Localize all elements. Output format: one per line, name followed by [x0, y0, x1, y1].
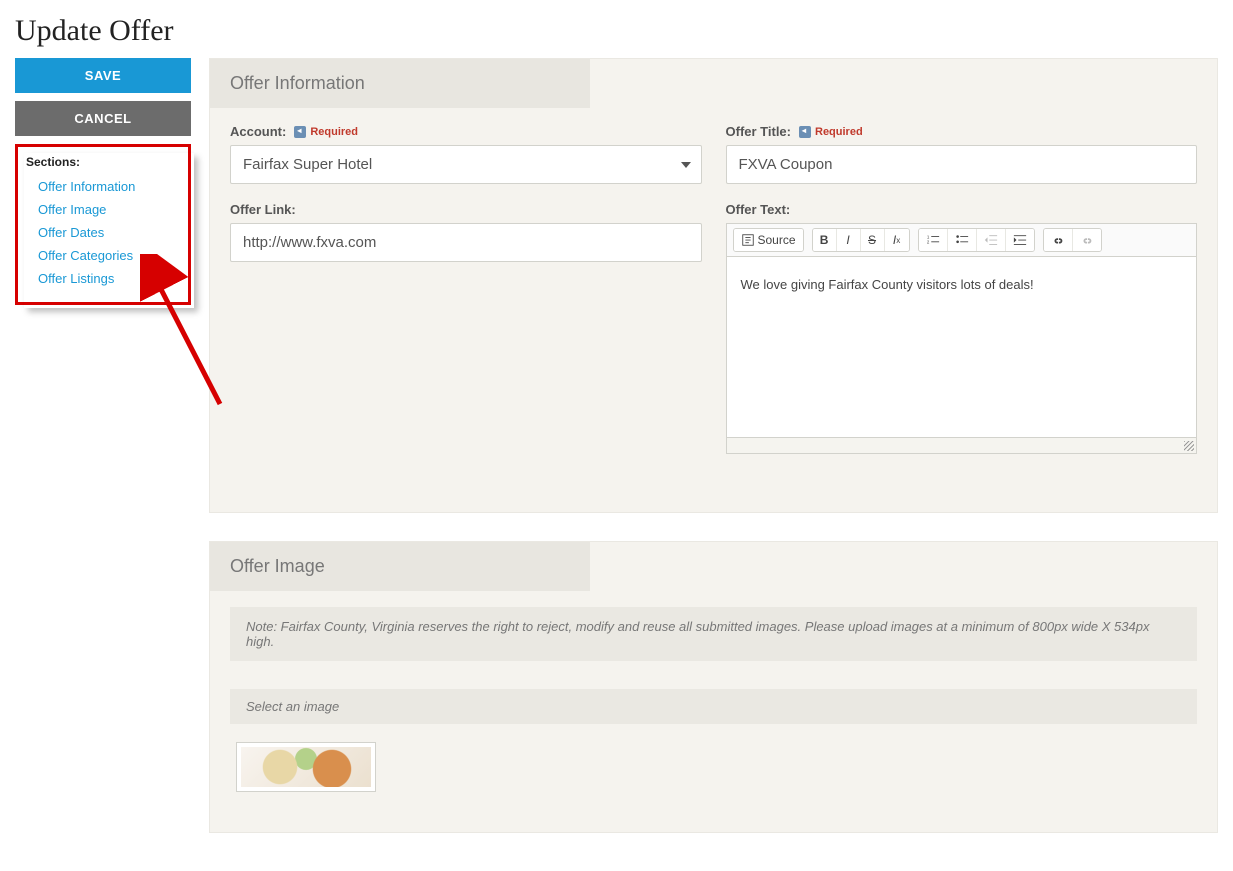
toolbar-link-button[interactable]: [1044, 229, 1073, 251]
toolbar-clearformat-button[interactable]: Ix: [885, 229, 909, 251]
outdent-icon: [984, 233, 998, 247]
section-link-offer-dates[interactable]: Offer Dates: [26, 221, 180, 244]
page-title: Update Offer: [15, 14, 1218, 48]
required-icon: [799, 126, 811, 138]
section-link-offer-categories[interactable]: Offer Categories: [26, 244, 180, 267]
numbered-list-icon: 12: [926, 233, 940, 247]
toolbar-ul-button[interactable]: [948, 229, 977, 251]
link-icon: [1051, 233, 1065, 247]
cancel-button[interactable]: CANCEL: [15, 101, 191, 136]
bullet-list-icon: [955, 233, 969, 247]
toolbar-indent-button[interactable]: [1006, 229, 1034, 251]
required-icon: [294, 126, 306, 138]
main-content: Offer Information Account: Required Fair…: [209, 58, 1218, 861]
sections-heading: Sections:: [26, 155, 180, 169]
toolbar-ol-button[interactable]: 12: [919, 229, 948, 251]
offer-text-label: Offer Text:: [726, 202, 1198, 217]
svg-text:1: 1: [926, 234, 929, 239]
layout-container: SAVE CANCEL Sections: Offer Information …: [15, 58, 1218, 861]
sections-panel: Sections: Offer Information Offer Image …: [15, 144, 191, 305]
offer-title-label: Offer Title: Required: [726, 124, 1198, 139]
section-link-offer-image[interactable]: Offer Image: [26, 198, 180, 221]
editor-toolbar: Source B I S Ix: [727, 224, 1197, 257]
editor-textarea[interactable]: We love giving Fairfax County visitors l…: [727, 257, 1197, 437]
image-note: Note: Fairfax County, Virginia reserves …: [230, 607, 1197, 661]
thumbnail-preview-icon: [241, 747, 371, 787]
panel-offer-information: Offer Information Account: Required Fair…: [209, 58, 1218, 513]
section-link-offer-information[interactable]: Offer Information: [26, 175, 180, 198]
required-text: Required: [310, 126, 358, 138]
account-select[interactable]: Fairfax Super Hotel: [230, 145, 702, 184]
save-button[interactable]: SAVE: [15, 58, 191, 93]
toolbar-outdent-button[interactable]: [977, 229, 1006, 251]
indent-icon: [1013, 233, 1027, 247]
rich-text-editor: Source B I S Ix: [726, 223, 1198, 454]
offer-title-label-text: Offer Title:: [726, 124, 792, 139]
editor-resize-handle[interactable]: [727, 437, 1197, 453]
required-text: Required: [815, 126, 863, 138]
offer-link-input[interactable]: [230, 223, 702, 262]
source-icon: [741, 233, 755, 247]
panel-heading-offer-information: Offer Information: [210, 59, 590, 108]
svg-text:2: 2: [926, 240, 929, 245]
account-label-text: Account:: [230, 124, 286, 139]
offer-link-label: Offer Link:: [230, 202, 702, 217]
section-link-offer-listings[interactable]: Offer Listings: [26, 267, 180, 290]
account-label: Account: Required: [230, 124, 702, 139]
offer-title-input[interactable]: [726, 145, 1198, 184]
panel-heading-offer-image: Offer Image: [210, 542, 590, 591]
toolbar-source-button[interactable]: Source: [734, 229, 803, 251]
select-image-label: Select an image: [230, 689, 1197, 724]
toolbar-source-label: Source: [758, 233, 796, 247]
toolbar-bold-button[interactable]: B: [813, 229, 837, 251]
toolbar-italic-button[interactable]: I: [837, 229, 861, 251]
unlink-icon: [1080, 233, 1094, 247]
panel-offer-image: Offer Image Note: Fairfax County, Virgin…: [209, 541, 1218, 833]
toolbar-unlink-button[interactable]: [1073, 229, 1101, 251]
image-thumbnail[interactable]: [236, 742, 376, 792]
toolbar-strike-button[interactable]: S: [861, 229, 885, 251]
sidebar: SAVE CANCEL Sections: Offer Information …: [15, 58, 191, 305]
